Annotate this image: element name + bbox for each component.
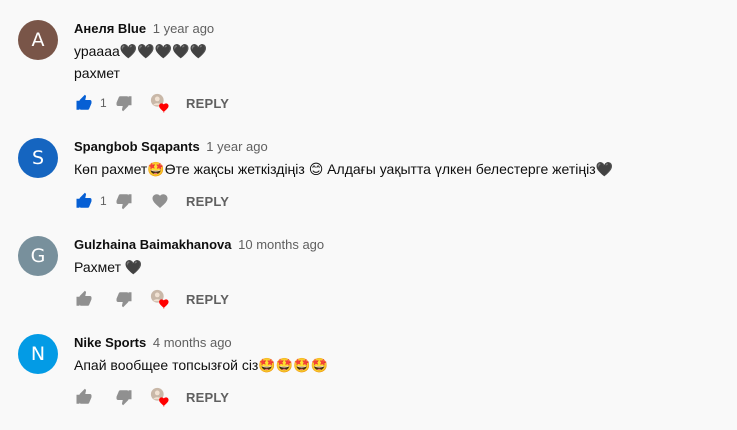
- thumbs-down-icon: [116, 390, 132, 406]
- like-button[interactable]: [74, 93, 94, 113]
- comment-header: Spangbob Sqapants 1 year ago: [74, 139, 268, 154]
- comment: N Nike Sports 4 months ago Апай вообщее …: [18, 334, 728, 430]
- comment: G Gulzhaina Baimakhanova 10 months ago Р…: [18, 236, 728, 332]
- creator-heart[interactable]: [150, 289, 170, 309]
- comment-text: Көп рахмет🤩Өте жақсы жеткіздіңіз 😊 Алдағ…: [74, 161, 614, 177]
- thumbs-down-icon: [116, 292, 132, 308]
- comment-actions: REPLY: [74, 387, 229, 407]
- thumbs-up-icon: [76, 290, 92, 306]
- heart-icon: [152, 194, 168, 209]
- avatar[interactable]: N: [18, 334, 58, 374]
- dislike-button[interactable]: [114, 289, 134, 309]
- comment-timestamp[interactable]: 1 year ago: [206, 139, 267, 154]
- like-button[interactable]: [74, 191, 94, 211]
- creator-heart-icon: [150, 387, 169, 407]
- thumbs-up-icon: [76, 94, 92, 110]
- comment-header: Nike Sports 4 months ago: [74, 335, 232, 350]
- comment-timestamp[interactable]: 4 months ago: [153, 335, 232, 350]
- dislike-button[interactable]: [114, 191, 134, 211]
- comment-actions: 1 REPLY: [74, 191, 229, 211]
- thumbs-up-icon: [76, 388, 92, 404]
- thumbs-down-icon: [116, 96, 132, 112]
- avatar[interactable]: A: [18, 20, 58, 60]
- reply-button[interactable]: REPLY: [186, 292, 229, 307]
- comment-text: Рахмет 🖤: [74, 259, 143, 275]
- avatar[interactable]: S: [18, 138, 58, 178]
- comment: A Анеля Blue 1 year ago урaaaa🖤🖤🖤🖤🖤 рахм…: [18, 20, 728, 116]
- comment-author[interactable]: Spangbob Sqapants: [74, 139, 200, 154]
- comment-timestamp[interactable]: 1 year ago: [153, 21, 214, 36]
- comment: S Spangbob Sqapants 1 year ago Көп рахме…: [18, 138, 728, 234]
- comment-author[interactable]: Nike Sports: [74, 335, 146, 350]
- comment-actions: REPLY: [74, 289, 229, 309]
- like-button[interactable]: [74, 387, 94, 407]
- heart-button[interactable]: [150, 191, 170, 211]
- comment-timestamp[interactable]: 10 months ago: [238, 237, 324, 252]
- comment-header: Анеля Blue 1 year ago: [74, 21, 214, 36]
- comment-text: Апай вообщее топсызғой сіз🤩🤩🤩🤩: [74, 357, 329, 373]
- comment-actions: 1 REPLY: [74, 93, 229, 113]
- reply-button[interactable]: REPLY: [186, 194, 229, 209]
- thumbs-up-icon: [76, 192, 92, 208]
- dislike-button[interactable]: [114, 93, 134, 113]
- thumbs-down-icon: [116, 194, 132, 210]
- like-button[interactable]: [74, 289, 94, 309]
- like-count: 1: [100, 96, 107, 110]
- creator-heart[interactable]: [150, 93, 170, 113]
- comment-author[interactable]: Анеля Blue: [74, 21, 146, 36]
- creator-heart-icon: [150, 289, 169, 309]
- reply-button[interactable]: REPLY: [186, 390, 229, 405]
- creator-heart-icon: [150, 93, 169, 113]
- like-count: 1: [100, 194, 107, 208]
- avatar[interactable]: G: [18, 236, 58, 276]
- reply-button[interactable]: REPLY: [186, 96, 229, 111]
- comment-text: рахмет: [74, 65, 120, 81]
- comment-header: Gulzhaina Baimakhanova 10 months ago: [74, 237, 324, 252]
- creator-heart[interactable]: [150, 387, 170, 407]
- dislike-button[interactable]: [114, 387, 134, 407]
- comment-text: урaaaa🖤🖤🖤🖤🖤: [74, 43, 207, 59]
- comment-author[interactable]: Gulzhaina Baimakhanova: [74, 237, 232, 252]
